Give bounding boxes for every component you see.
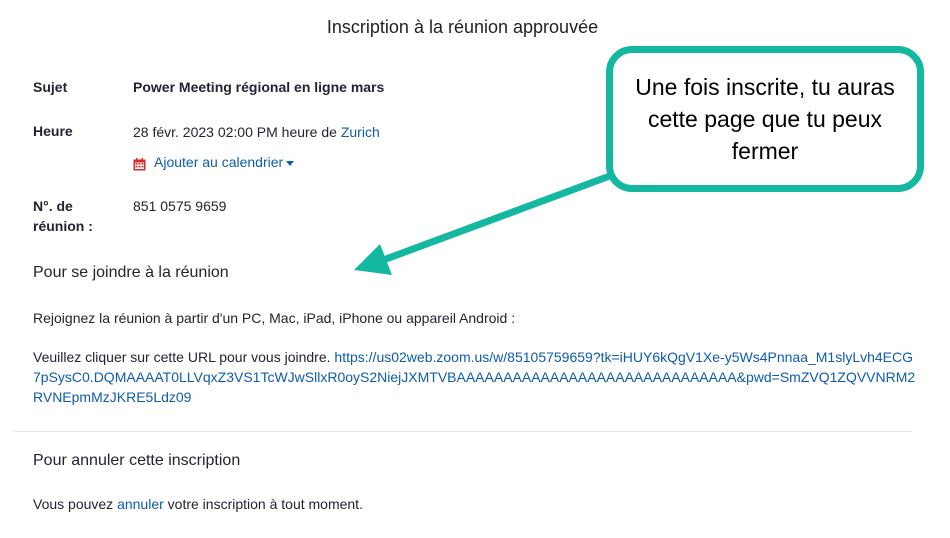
add-to-calendar-text: Ajouter au calendrier xyxy=(154,154,284,170)
cancel-text: Vous pouvez annuler votre inscription à … xyxy=(33,494,363,514)
callout-text: Une fois inscrite, tu auras cette page q… xyxy=(635,74,895,164)
join-intro: Rejoignez la réunion à partir d'un PC, M… xyxy=(33,310,516,326)
topic-label: Sujet xyxy=(33,79,68,95)
section-divider xyxy=(14,431,912,432)
time-value: 28 févr. 2023 02:00 PM heure de Zurich xyxy=(133,122,380,142)
topic-value: Power Meeting régional en ligne mars xyxy=(133,79,385,95)
add-to-calendar-dropdown[interactable]: Ajouter au calendrier xyxy=(133,152,295,172)
cancel-text-before: Vous pouvez xyxy=(33,496,114,512)
join-url-prefix: Veuillez cliquer sur cette URL pour vous… xyxy=(33,349,331,365)
meeting-id-label-line2: réunion : xyxy=(33,218,93,234)
cancel-section-title: Pour annuler cette inscription xyxy=(33,452,241,469)
meeting-id-label: N°. de réunion : xyxy=(33,196,93,236)
registration-page: Inscription à la réunion approuvée Sujet… xyxy=(0,0,950,538)
time-zone-link[interactable]: Zurich xyxy=(341,124,380,140)
meeting-id-label-line1: N°. de xyxy=(33,198,73,214)
time-text: 28 févr. 2023 02:00 PM heure de xyxy=(133,124,337,140)
chevron-down-icon xyxy=(286,160,295,166)
join-url-paragraph: Veuillez cliquer sur cette URL pour vous… xyxy=(33,347,918,407)
cancel-link[interactable]: annuler xyxy=(117,496,164,512)
add-to-calendar-label[interactable]: Ajouter au calendrier xyxy=(154,152,295,172)
page-title: Inscription à la réunion approuvée xyxy=(326,17,599,37)
time-label: Heure xyxy=(33,123,73,139)
annotation-callout: Une fois inscrite, tu auras cette page q… xyxy=(606,46,924,192)
calendar-icon xyxy=(133,156,146,170)
join-section-title: Pour se joindre à la réunion xyxy=(33,264,229,281)
meeting-id-value: 851 0575 9659 xyxy=(133,198,227,214)
cancel-text-after: votre inscription à tout moment. xyxy=(167,496,363,512)
